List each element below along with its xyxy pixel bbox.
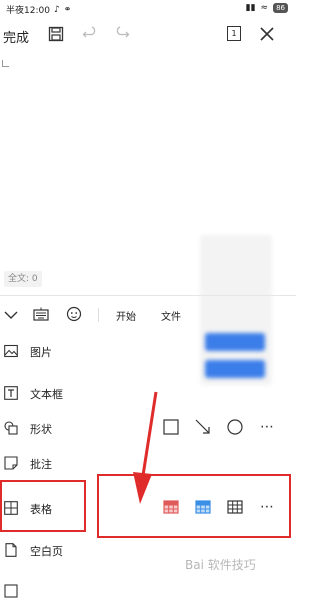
close-icon[interactable]: [259, 26, 275, 42]
status-bar: 半夜12:00 ♪ ⚭ ▮▮ ≈ 86: [0, 0, 296, 18]
textbox-icon: [4, 386, 18, 400]
list-item-picture[interactable]: 图片: [0, 335, 296, 369]
mute-icon: ♪: [53, 4, 60, 15]
save-icon[interactable]: [48, 26, 64, 42]
page-count-badge[interactable]: 1: [227, 26, 241, 41]
redo-icon[interactable]: [114, 26, 130, 42]
voice-assistant-icon[interactable]: [66, 306, 82, 322]
list-item-textbox[interactable]: 文本框: [0, 377, 296, 411]
shape-icon: [4, 421, 18, 435]
highlight-box-table-actions: [97, 474, 291, 538]
list-item-label: 批注: [30, 458, 52, 471]
wifi-icon: ≈: [260, 3, 269, 13]
tab-divider: [98, 308, 99, 322]
blank-page-icon: [5, 543, 17, 557]
text-cursor: [2, 60, 9, 67]
list-item-shape[interactable]: 形状 ⋯: [0, 412, 296, 446]
chevron-down-icon[interactable]: [4, 310, 18, 320]
comment-icon: [4, 456, 18, 470]
highlight-box-table-label: [0, 480, 86, 532]
panel-tabs: 开始 文件: [0, 300, 296, 332]
page-icon: [4, 584, 18, 598]
divider: [0, 295, 296, 296]
list-item-label: 图片: [30, 346, 52, 359]
headphone-icon: ⚭: [63, 4, 72, 15]
list-item-label: 形状: [30, 423, 52, 436]
list-item-label: 文本框: [30, 388, 63, 401]
shape-quick-actions: ⋯: [162, 418, 276, 436]
rectangle-shape-icon[interactable]: [162, 418, 180, 436]
arrow-shape-icon[interactable]: [194, 418, 212, 436]
more-icon[interactable]: ⋯: [258, 418, 276, 436]
battery-icon: 86: [273, 3, 288, 13]
watermark: Bai 软件技巧: [185, 558, 256, 572]
tab-start[interactable]: 开始: [116, 308, 136, 323]
circle-shape-icon[interactable]: [226, 418, 244, 436]
undo-icon[interactable]: [82, 26, 98, 42]
list-item-partial[interactable]: [0, 575, 296, 609]
status-time: 半夜12:00: [6, 6, 50, 16]
signal-icon: ▮▮: [245, 3, 256, 13]
done-button[interactable]: 完成: [3, 27, 29, 46]
word-count: 全文: 0: [4, 271, 42, 287]
tab-file[interactable]: 文件: [161, 308, 181, 323]
list-item-label: 空白页: [30, 545, 63, 558]
picture-icon: [4, 344, 18, 358]
keyboard-icon[interactable]: [33, 307, 49, 321]
editor-toolbar: 完成 1: [0, 20, 296, 52]
